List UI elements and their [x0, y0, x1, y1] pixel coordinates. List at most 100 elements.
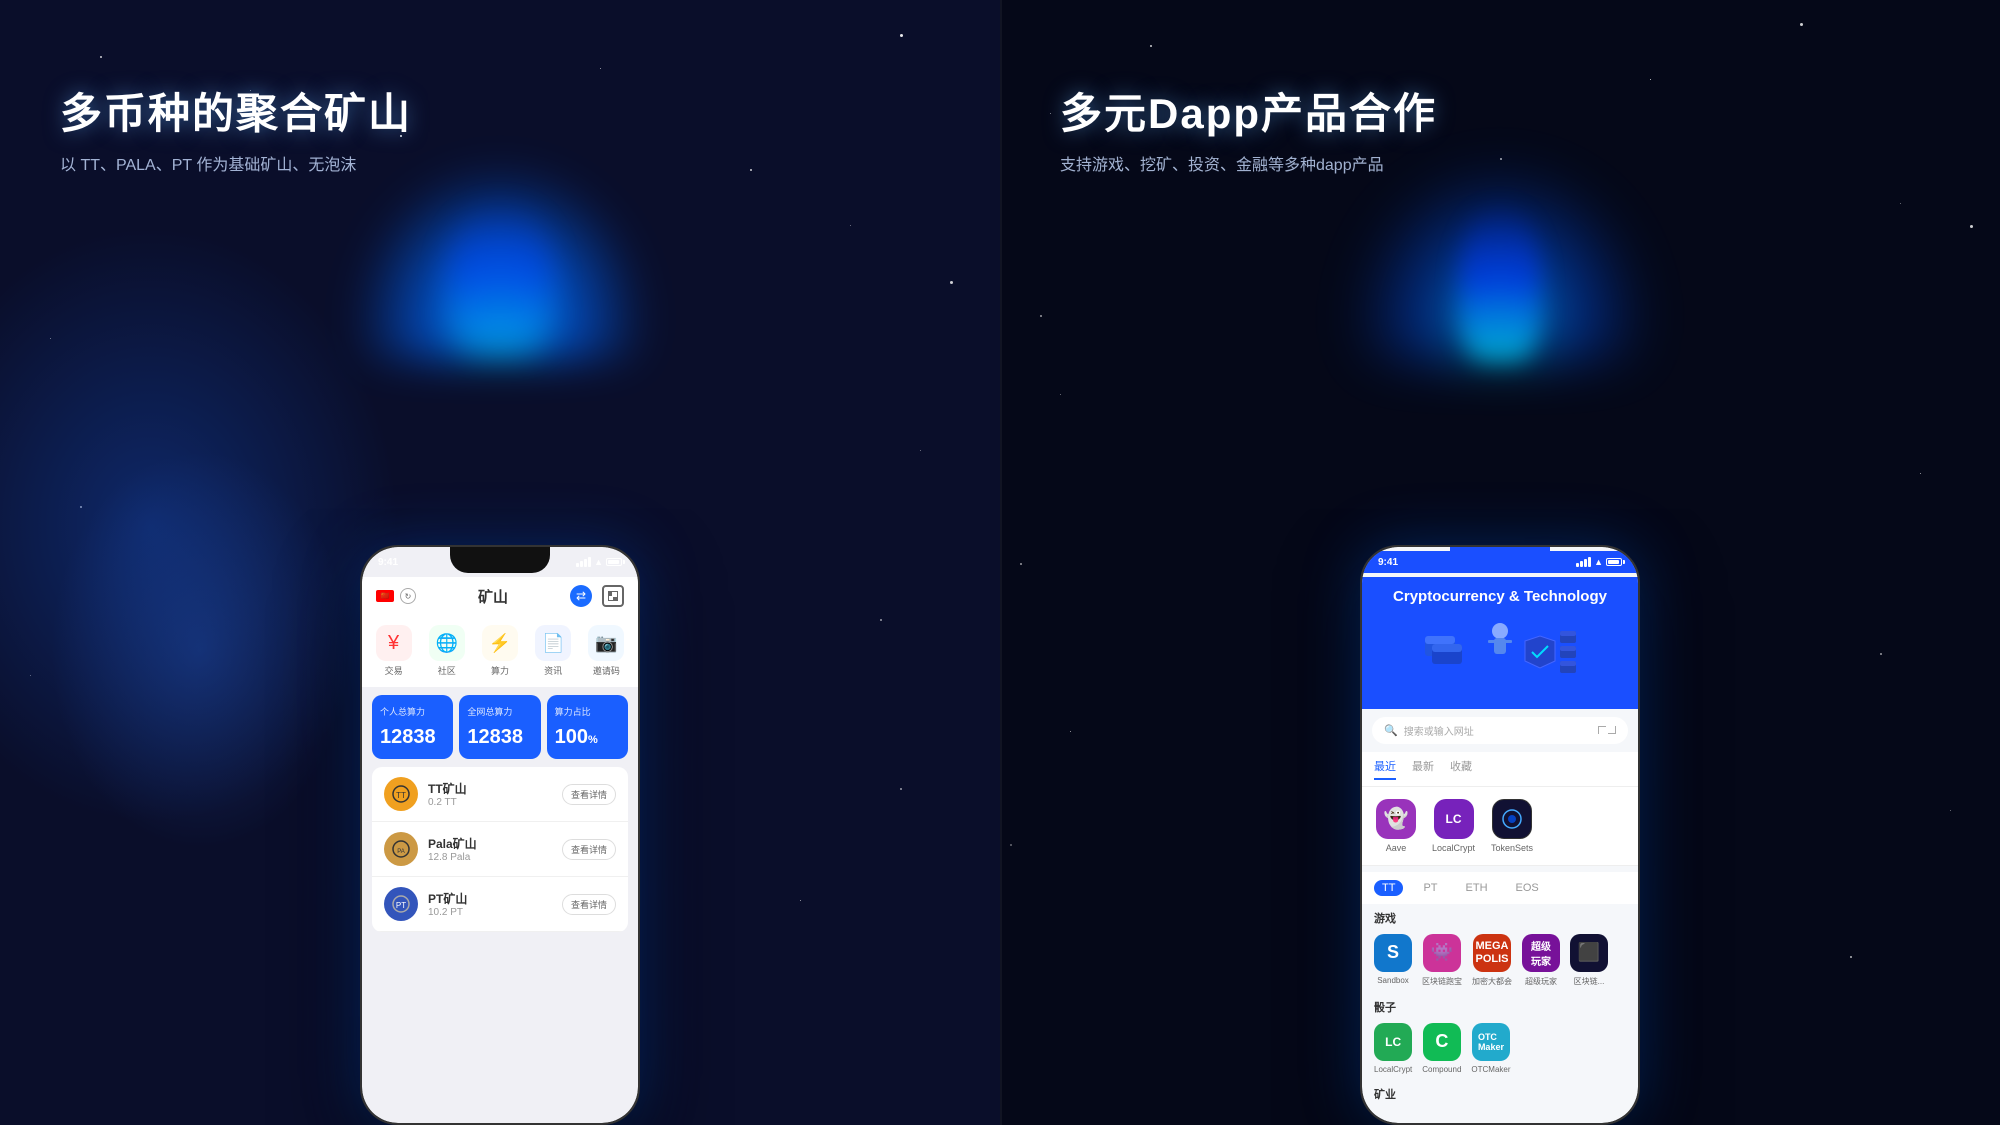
nav-community[interactable]: 🌐 社区: [429, 625, 465, 677]
stat-personal-value: 12838: [380, 726, 445, 749]
stat-personal: 个人总算力 12838: [372, 695, 453, 759]
mining-industry-title: 矿业: [1374, 1086, 1626, 1102]
blockchain-run-label: 区块链跑宝: [1422, 976, 1462, 987]
compound-icon: C: [1423, 1023, 1461, 1061]
right-main-title: 多元Dapp产品合作: [1060, 80, 1437, 141]
dapp-blockchain-misc[interactable]: ⬛ 区块链...: [1570, 934, 1608, 987]
aave-icon: 👻: [1376, 799, 1416, 839]
tt-mine-amount: 0.2 TT: [428, 797, 562, 808]
blockchain-misc-label: 区块链...: [1574, 976, 1605, 987]
dice-title: 骰子: [1374, 999, 1626, 1015]
nav-hashrate-label: 算力: [491, 664, 509, 677]
stat-network-value: 12838: [467, 726, 532, 749]
tt-mine-info: TT矿山 0.2 TT: [428, 780, 562, 808]
recent-aave[interactable]: 👻 Aave: [1376, 799, 1416, 853]
nav-news-label: 资讯: [544, 664, 562, 677]
dapp-compound[interactable]: C Compound: [1422, 1023, 1461, 1074]
dapp-super-player[interactable]: 超级玩家 超级玩家: [1522, 934, 1560, 987]
super-player-label: 超级玩家: [1525, 976, 1557, 987]
games-grid: S Sandbox 👾 区块链跑宝: [1374, 934, 1626, 987]
right-subtitle: 支持游戏、挖矿、投资、金融等多种dapp产品: [1060, 151, 1437, 175]
right-phone-screen: 9:41 ▲: [1362, 547, 1638, 1123]
dapp-localcrypt-dice[interactable]: LC LocalCrypt: [1374, 1023, 1412, 1074]
localcrypt-dice-icon: LC: [1374, 1023, 1412, 1061]
aave-label: Aave: [1386, 843, 1407, 853]
dice-section: 骰子 LC LocalCrypt C: [1362, 993, 1638, 1080]
localcrypt-icon: LC: [1434, 799, 1474, 839]
right-phone: 9:41 ▲: [1360, 545, 1640, 1125]
nav-icons: ¥ 交易 🌐 社区 ⚡: [362, 615, 638, 687]
pala-mine-amount: 12.8 Pala: [428, 852, 562, 863]
left-panel-title: 多币种的聚合矿山 以 TT、PALA、PT 作为基础矿山、无泡沫: [60, 80, 412, 175]
stat-ratio-value: 100%: [555, 726, 620, 749]
dapp-app: Cryptocurrency & Technology: [1362, 547, 1638, 1123]
transfer-icon[interactable]: ⇄: [570, 585, 592, 607]
svg-text:PA: PA: [397, 849, 405, 855]
left-panel: 多币种的聚合矿山 以 TT、PALA、PT 作为基础矿山、无泡沫 9:41: [0, 0, 1000, 1125]
left-time: 9:41: [378, 557, 398, 568]
nav-trade[interactable]: ¥ 交易: [376, 625, 412, 677]
tab-favorites[interactable]: 收藏: [1450, 758, 1472, 780]
dapp-search[interactable]: 🔍 搜索或输入网址: [1372, 717, 1628, 744]
recent-localcrypt[interactable]: LC LocalCrypt: [1432, 799, 1475, 853]
battery-icon: [606, 558, 622, 566]
tt-detail-btn[interactable]: 查看详情: [562, 784, 616, 805]
nav-news[interactable]: 📄 资讯: [535, 625, 571, 677]
right-wifi-icon: ▲: [1594, 557, 1603, 567]
left-status-right: ▲: [576, 557, 622, 567]
recent-tokensets[interactable]: TokenSets: [1491, 799, 1533, 853]
nav-invite-label: 邀请码: [593, 664, 620, 677]
chain-eos[interactable]: EOS: [1508, 880, 1547, 896]
chain-pt[interactable]: PT: [1415, 880, 1445, 896]
localcrypt-label: LocalCrypt: [1432, 843, 1475, 853]
chain-eth[interactable]: ETH: [1458, 880, 1496, 896]
chain-tt[interactable]: TT: [1374, 880, 1403, 896]
sandbox-icon: S: [1374, 934, 1412, 972]
pala-logo: PA: [384, 832, 418, 866]
header-icons: ⇄: [570, 585, 624, 607]
left-phone-screen: 9:41 ▲: [362, 547, 638, 1123]
compound-label: Compound: [1422, 1065, 1461, 1074]
otcmaker-icon: OTCMaker: [1472, 1023, 1510, 1061]
dapp-header: Cryptocurrency & Technology: [1362, 577, 1638, 709]
dapp-tabs: 最近 最新 收藏: [1362, 752, 1638, 787]
tt-mine-name: TT矿山: [428, 780, 562, 797]
qr-icon[interactable]: [602, 585, 624, 607]
right-phone-container: 9:41 ▲: [1360, 545, 1640, 1125]
tab-recent[interactable]: 最近: [1374, 758, 1396, 780]
stat-network: 全网总算力 12838: [459, 695, 540, 759]
invite-icon: 📷: [588, 625, 624, 661]
pt-mine-info: PT矿山 10.2 PT: [428, 890, 562, 918]
dapp-sandbox[interactable]: S Sandbox: [1374, 934, 1412, 987]
otcmaker-label: OTCMaker: [1471, 1065, 1510, 1074]
pala-mine-info: Pala矿山 12.8 Pala: [428, 835, 562, 863]
super-player-icon: 超级玩家: [1522, 934, 1560, 972]
left-main-title: 多币种的聚合矿山: [60, 80, 412, 141]
right-status-right: ▲: [1576, 557, 1622, 567]
mining-app-title: 矿山: [478, 586, 508, 607]
pala-detail-btn[interactable]: 查看详情: [562, 839, 616, 860]
nav-invite[interactable]: 📷 邀请码: [588, 625, 624, 677]
mine-item-tt: TT TT矿山 0.2 TT 查看详情: [372, 767, 628, 822]
dice-grid: LC LocalCrypt C Compound: [1374, 1023, 1626, 1074]
left-phone: 9:41 ▲: [360, 545, 640, 1125]
pt-detail-btn[interactable]: 查看详情: [562, 894, 616, 915]
dapp-megapolis[interactable]: MEGAPOLIS 加密大都会: [1472, 934, 1512, 987]
dapp-blockchain-run[interactable]: 👾 区块链跑宝: [1422, 934, 1462, 987]
search-icon: 🔍: [1384, 724, 1398, 737]
dapp-otcmaker[interactable]: OTCMaker OTCMaker: [1471, 1023, 1510, 1074]
tokensets-icon: [1492, 799, 1532, 839]
right-panel: 多元Dapp产品合作 支持游戏、挖矿、投资、金融等多种dapp产品 9:41: [1000, 0, 2000, 1125]
svg-text:TT: TT: [396, 791, 406, 800]
pala-mine-name: Pala矿山: [428, 835, 562, 852]
recent-apps: 👻 Aave LC LocalCrypt: [1362, 787, 1638, 866]
left-phone-container: 9:41 ▲: [360, 545, 640, 1125]
blockchain-run-icon: 👾: [1423, 934, 1461, 972]
mining-section: 矿业: [1362, 1080, 1638, 1116]
expand-icon[interactable]: [1598, 726, 1616, 734]
pt-logo: PT: [384, 887, 418, 921]
games-title: 游戏: [1374, 910, 1626, 926]
tab-latest[interactable]: 最新: [1412, 758, 1434, 780]
nav-hashrate[interactable]: ⚡ 算力: [482, 625, 518, 677]
wifi-icon: ▲: [594, 557, 603, 567]
